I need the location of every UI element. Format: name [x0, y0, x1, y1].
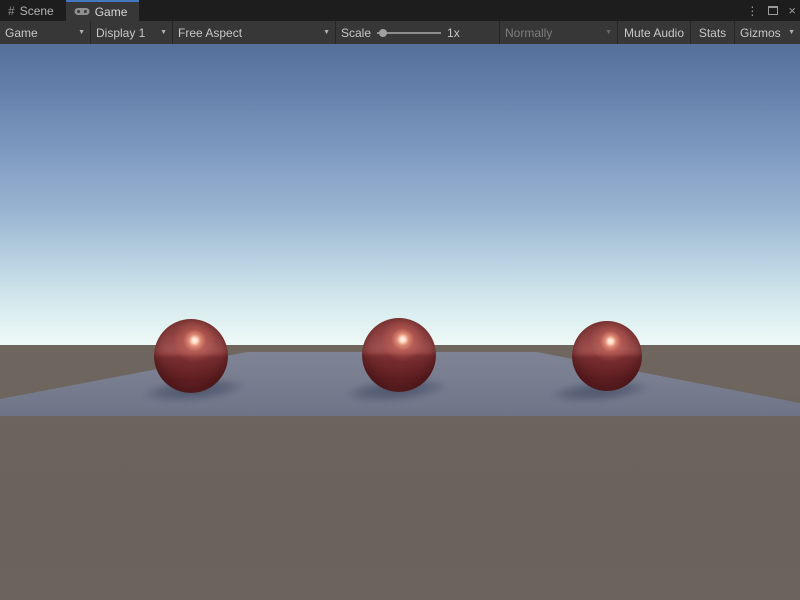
- tab-scene[interactable]: # Scene: [0, 0, 66, 21]
- red-sphere: [572, 321, 642, 391]
- tab-bar: # Scene Game ⋮ ×: [0, 0, 800, 21]
- scale-label: Scale: [341, 26, 371, 40]
- mute-audio-button[interactable]: Mute Audio: [618, 21, 691, 44]
- maximize-icon[interactable]: [768, 6, 778, 15]
- chevron-down-icon: ▼: [782, 29, 795, 36]
- stats-label: Stats: [699, 26, 726, 40]
- chevron-down-icon: ▼: [72, 29, 85, 36]
- window-controls: ⋮ ×: [746, 0, 796, 21]
- gizmos-dropdown[interactable]: Gizmos ▼: [735, 21, 800, 44]
- scale-value: 1x: [447, 26, 460, 40]
- grid-icon: #: [8, 5, 15, 17]
- chevron-down-icon: ▼: [317, 29, 330, 36]
- gamepad-icon: [74, 6, 90, 18]
- aspect-ratio-dropdown[interactable]: Free Aspect ▼: [173, 21, 336, 44]
- game-popup-dropdown[interactable]: Game ▼: [0, 21, 91, 44]
- scale-control: Scale 1x: [336, 21, 500, 44]
- play-mode-label: Normally: [505, 26, 552, 40]
- aspect-label: Free Aspect: [178, 26, 242, 40]
- tab-game[interactable]: Game: [66, 0, 140, 21]
- sky-gradient: [0, 44, 800, 345]
- chevron-down-icon: ▼: [599, 29, 612, 36]
- game-popup-label: Game: [5, 26, 38, 40]
- play-mode-dropdown[interactable]: Normally ▼: [500, 21, 618, 44]
- mute-audio-label: Mute Audio: [624, 26, 684, 40]
- close-icon[interactable]: ×: [788, 4, 796, 17]
- unity-game-window: # Scene Game ⋮ × Game ▼ Display 1 ▼ Free…: [0, 0, 800, 600]
- gizmos-label: Gizmos: [740, 26, 781, 40]
- menu-kebab-icon[interactable]: ⋮: [746, 4, 758, 18]
- tab-game-label: Game: [95, 5, 128, 19]
- red-sphere: [362, 318, 436, 392]
- slider-knob[interactable]: [379, 29, 387, 37]
- scale-slider[interactable]: [377, 28, 441, 38]
- stats-button[interactable]: Stats: [691, 21, 735, 44]
- game-viewport[interactable]: [0, 44, 800, 600]
- display-label: Display 1: [96, 26, 145, 40]
- chevron-down-icon: ▼: [154, 29, 167, 36]
- display-dropdown[interactable]: Display 1 ▼: [91, 21, 173, 44]
- tab-scene-label: Scene: [20, 4, 54, 18]
- red-sphere: [154, 319, 228, 393]
- game-view-toolbar: Game ▼ Display 1 ▼ Free Aspect ▼ Scale 1…: [0, 21, 800, 44]
